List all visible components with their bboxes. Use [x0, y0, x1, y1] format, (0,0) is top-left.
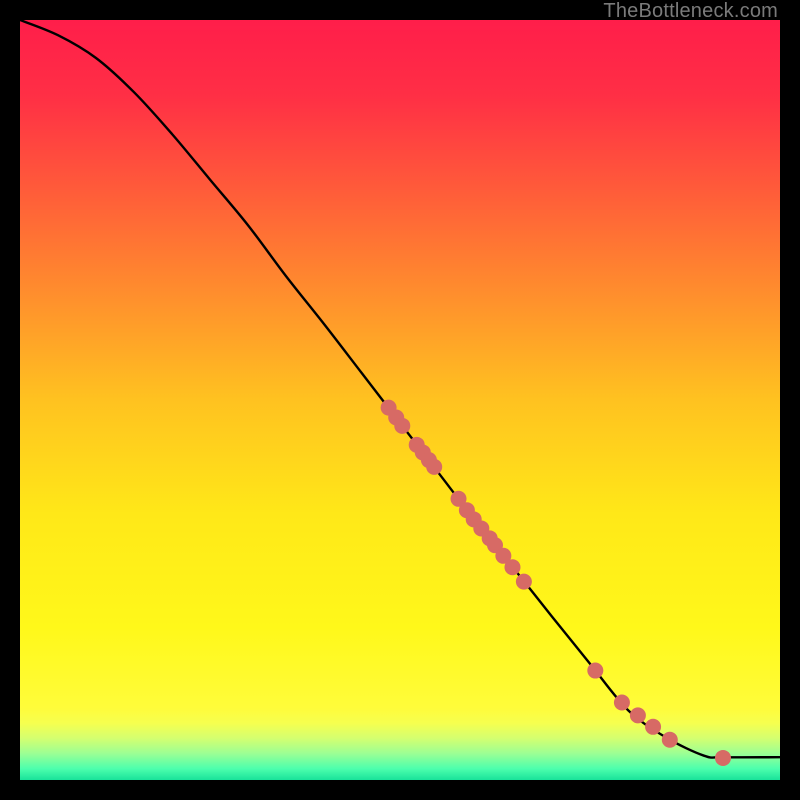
plot-area — [20, 20, 780, 780]
attribution-label: TheBottleneck.com — [603, 0, 778, 23]
chart-stage: TheBottleneck.com — [0, 0, 800, 800]
background-gradient — [20, 20, 780, 780]
